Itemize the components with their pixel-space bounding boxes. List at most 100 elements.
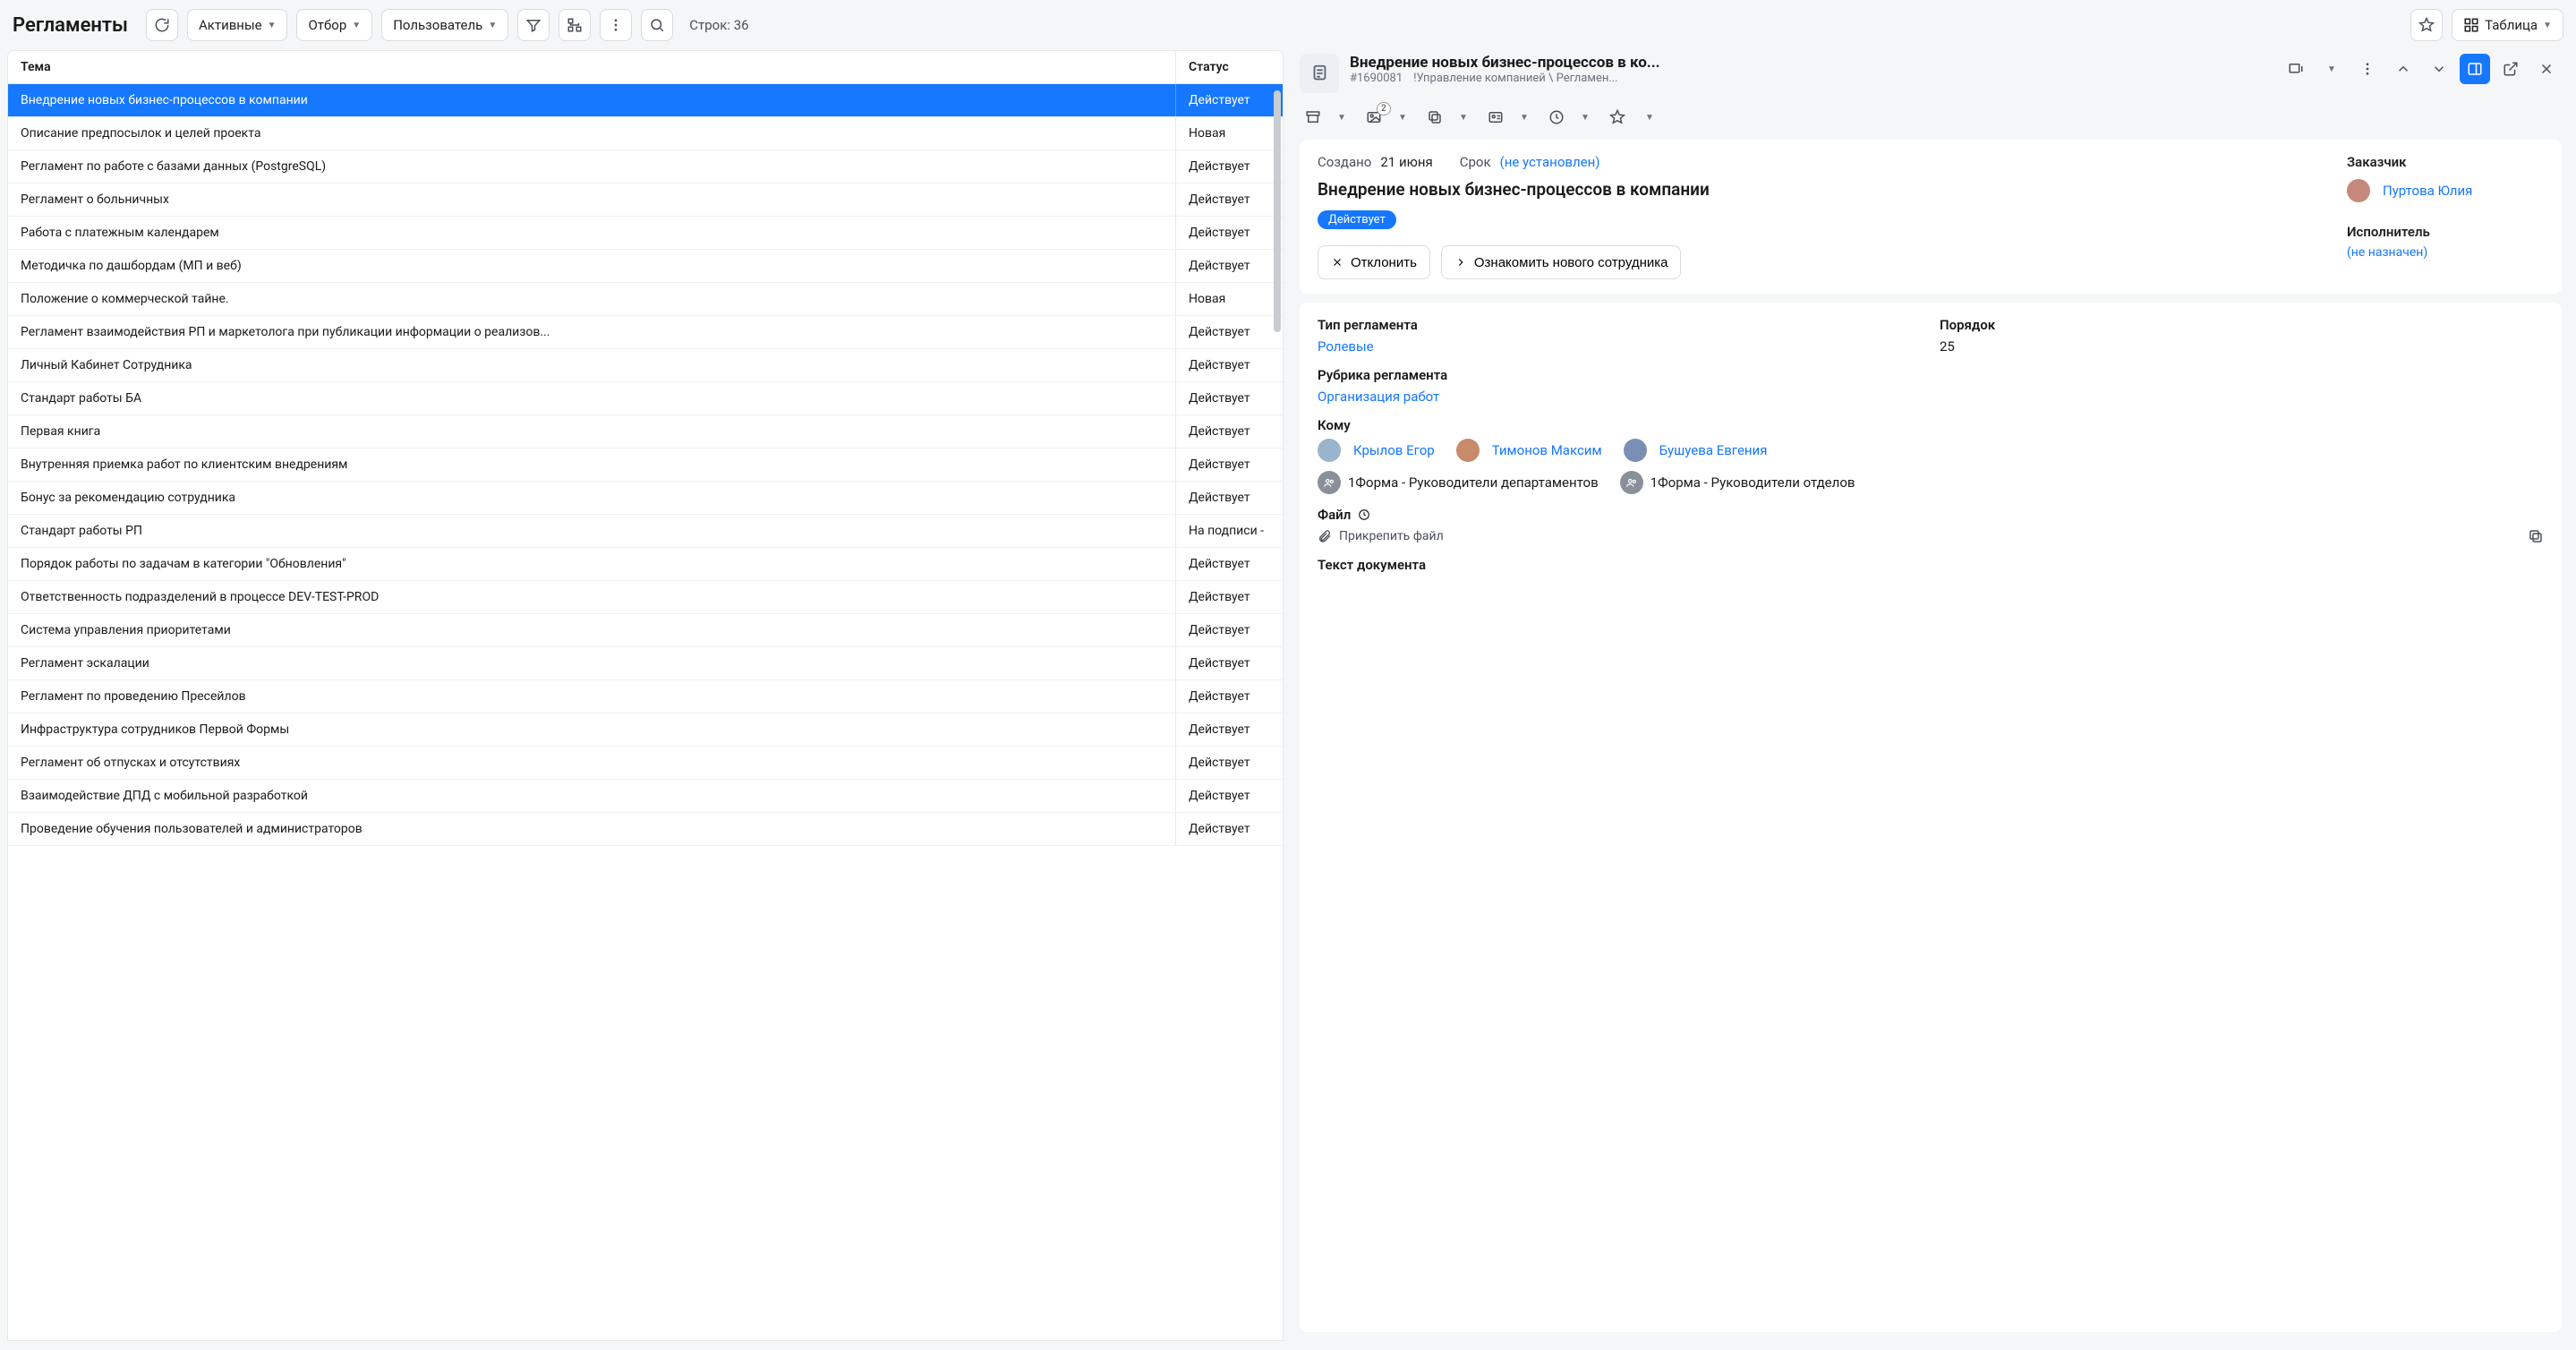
cell-status: Действует: [1175, 780, 1283, 812]
table-row[interactable]: Стандарт работы БАДействует: [8, 382, 1283, 415]
table-row[interactable]: Инфраструктура сотрудников Первой ФормыД…: [8, 713, 1283, 747]
table-row[interactable]: Регламент о больничныхДействует: [8, 184, 1283, 217]
cell-status: Действует: [1175, 482, 1283, 514]
cell-topic: Инфраструктура сотрудников Первой Формы: [8, 713, 1175, 746]
profile-chevron[interactable]: ▼: [1511, 104, 1538, 131]
executor-value[interactable]: (не назначен): [2347, 245, 2544, 260]
present-chevron[interactable]: ▼: [2316, 54, 2347, 84]
cell-status: Действует: [1175, 150, 1283, 183]
history-button[interactable]: [1543, 104, 1570, 131]
table-row[interactable]: Стандарт работы РПНа подписи -: [8, 515, 1283, 548]
table-row[interactable]: Регламент по работе с базами данных (Pos…: [8, 150, 1283, 184]
table-row[interactable]: Бонус за рекомендацию сотрудникаДействуе…: [8, 482, 1283, 515]
cell-status: Действует: [1175, 680, 1283, 713]
col-status[interactable]: Статус: [1175, 51, 1283, 83]
table-row[interactable]: Работа с платежным календаремДействует: [8, 217, 1283, 250]
table-row[interactable]: Регламент взаимодействия РП и маркетолог…: [8, 316, 1283, 349]
table-header: Тема Статус: [8, 51, 1283, 84]
group-chip[interactable]: 1Форма - Руководители департаментов: [1318, 471, 1599, 494]
archive-button[interactable]: [1300, 104, 1326, 131]
filter-user[interactable]: Пользователь ▼: [381, 9, 508, 41]
cell-topic: Работа с платежным календарем: [8, 217, 1175, 249]
archive-chevron[interactable]: ▼: [1328, 104, 1355, 131]
avatar: [2347, 179, 2370, 202]
id-card-icon: [1488, 109, 1504, 125]
table-row[interactable]: Личный Кабинет СотрудникаДействует: [8, 349, 1283, 382]
chevron-up-icon: [2395, 61, 2411, 77]
star-icon: [2418, 17, 2435, 33]
funnel-button[interactable]: [517, 9, 550, 41]
filter-selection[interactable]: Отбор ▼: [296, 9, 372, 41]
copy-chevron[interactable]: ▼: [1450, 104, 1477, 131]
cell-topic: Первая книга: [8, 415, 1175, 448]
type-value[interactable]: Ролевые: [1318, 338, 1922, 355]
table-row[interactable]: Положение о коммерческой тайне.Новая: [8, 283, 1283, 316]
profile-button[interactable]: [1482, 104, 1509, 131]
copy-button[interactable]: [1421, 104, 1448, 131]
table-row[interactable]: Ответственность подразделений в процессе…: [8, 581, 1283, 614]
cell-topic: Стандарт работы РП: [8, 515, 1175, 547]
filter-active[interactable]: Активные ▼: [187, 9, 288, 41]
rubric-value[interactable]: Организация работ: [1318, 389, 2544, 405]
table-row[interactable]: Проведение обучения пользователей и адми…: [8, 813, 1283, 846]
person-chip[interactable]: Крылов Егор: [1318, 439, 1435, 462]
detail-more-button[interactable]: [2352, 54, 2383, 84]
table-row[interactable]: Регламент по проведению ПресейловДейству…: [8, 680, 1283, 713]
more-button[interactable]: [600, 9, 632, 41]
hierarchy-icon: [567, 17, 583, 33]
chevron-down-icon: ▼: [488, 21, 497, 30]
cell-status: Действует: [1175, 250, 1283, 282]
detail-full-title: Внедрение новых бизнес-процессов в компа…: [1318, 179, 2311, 200]
present-icon: [2288, 61, 2304, 77]
acquaint-button[interactable]: Ознакомить нового сотрудника: [1441, 245, 1682, 279]
favorite-button[interactable]: [2410, 9, 2443, 41]
person-chip[interactable]: Тимонов Максим: [1456, 439, 1602, 462]
customer-name[interactable]: Пуртова Юлия: [2383, 183, 2472, 199]
expand-icon[interactable]: [2528, 528, 2544, 544]
table-row[interactable]: Внедрение новых бизнес-процессов в компа…: [8, 84, 1283, 117]
rubric-label: Рубрика регламента: [1318, 367, 2544, 383]
attachments-chevron[interactable]: ▼: [1389, 104, 1416, 131]
nav-up-button[interactable]: [2388, 54, 2418, 84]
cell-topic: Система управления приоритетами: [8, 614, 1175, 646]
close-detail-button[interactable]: [2531, 54, 2562, 84]
page-title: Регламенты: [13, 14, 128, 37]
side-panel-toggle[interactable]: [2460, 54, 2490, 84]
col-topic[interactable]: Тема: [8, 51, 1175, 83]
table-row[interactable]: Регламент эскалацииДействует: [8, 647, 1283, 680]
chevron-down-icon: ▼: [352, 21, 361, 30]
person-chip[interactable]: Бушуева Евгения: [1624, 439, 1768, 462]
reject-button[interactable]: Отклонить: [1318, 245, 1430, 279]
attach-file-button[interactable]: Прикрепить файл: [1318, 529, 1444, 543]
table-row[interactable]: Описание предпосылок и целей проектаНова…: [8, 117, 1283, 150]
cell-status: Действует: [1175, 581, 1283, 613]
search-button[interactable]: [641, 9, 673, 41]
table-row[interactable]: Порядок работы по задачам в категории "О…: [8, 548, 1283, 581]
archive-icon: [1305, 109, 1321, 125]
table-row[interactable]: Первая книгаДействует: [8, 415, 1283, 449]
deadline-value[interactable]: (не установлен): [1500, 154, 1600, 170]
hierarchy-button[interactable]: [559, 9, 591, 41]
group-chip[interactable]: 1Форма - Руководители отделов: [1620, 471, 1855, 494]
cell-status: Действует: [1175, 747, 1283, 779]
nav-down-button[interactable]: [2424, 54, 2454, 84]
file-label: Файл: [1318, 507, 2544, 523]
more-vertical-icon: [608, 17, 624, 33]
view-switcher[interactable]: Таблица ▼: [2452, 9, 2563, 41]
trailing-chevron[interactable]: ▼: [1636, 104, 1663, 131]
cell-status: Действует: [1175, 349, 1283, 381]
cell-status: Действует: [1175, 647, 1283, 679]
table-row[interactable]: Регламент об отпусках и отсутствияхДейст…: [8, 747, 1283, 780]
chevron-down-icon: [2431, 61, 2447, 77]
table-row[interactable]: Система управления приоритетамиДействует: [8, 614, 1283, 647]
table-row[interactable]: Взаимодействие ДПД с мобильной разработк…: [8, 780, 1283, 813]
present-layout-button[interactable]: [2281, 54, 2311, 84]
history-chevron[interactable]: ▼: [1572, 104, 1599, 131]
external-link-button[interactable]: [2495, 54, 2526, 84]
cell-topic: Описание предпосылок и целей проекта: [8, 117, 1175, 150]
refresh-button[interactable]: [146, 9, 178, 41]
star-button[interactable]: [1604, 104, 1631, 131]
table-row[interactable]: Методичка по дашбордам (МП и веб)Действу…: [8, 250, 1283, 283]
scrollbar[interactable]: [1274, 90, 1281, 1331]
table-row[interactable]: Внутренняя приемка работ по клиентским в…: [8, 449, 1283, 482]
